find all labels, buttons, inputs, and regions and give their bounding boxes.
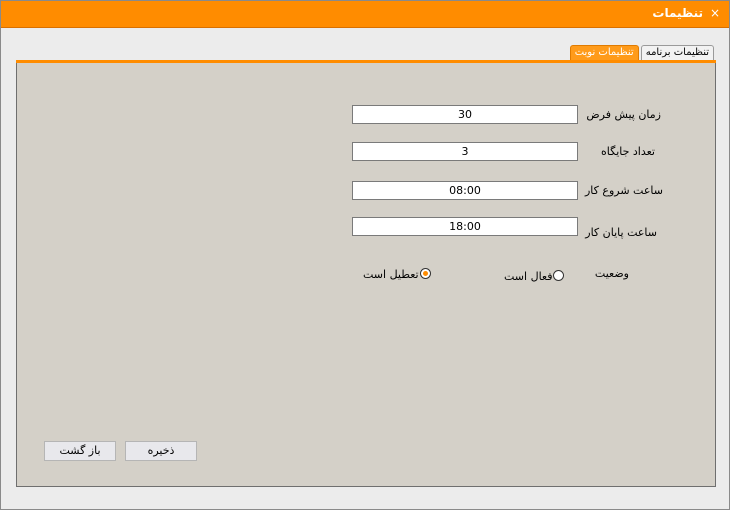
close-icon[interactable]: × [708,5,722,21]
settings-window: تنظیمات × تنظیمات نوبت تنظیمات برنامه زم… [0,0,730,510]
radio-closed[interactable] [420,268,431,279]
radio-active-label: فعال است [504,270,553,283]
tab-program-settings[interactable]: تنظیمات برنامه [640,45,714,60]
start-time-input[interactable] [352,181,578,200]
settings-panel: زمان پیش فرض تعداد جایگاه ساعت شروع کار … [16,63,716,487]
window-title: تنظیمات [652,6,703,20]
default-time-label: زمان پیش فرض [586,108,661,121]
tab-appointment-settings[interactable]: تنظیمات نوبت [569,45,639,60]
back-button[interactable]: باز گشت [44,441,116,461]
end-time-label: ساعت پایان کار [585,226,657,239]
end-time-input[interactable] [352,217,578,236]
title-bar: تنظیمات × [1,1,729,28]
slot-count-input[interactable] [352,142,578,161]
slot-count-label: تعداد جایگاه [601,145,655,158]
start-time-label: ساعت شروع کار [585,184,663,197]
status-label: وضعیت [594,267,629,280]
radio-closed-label: تعطیل است [363,268,419,281]
tab-strip: تنظیمات نوبت تنظیمات برنامه [569,45,714,60]
radio-active[interactable] [553,270,564,281]
default-time-input[interactable] [352,105,578,124]
save-button[interactable]: ذخیره [125,441,197,461]
